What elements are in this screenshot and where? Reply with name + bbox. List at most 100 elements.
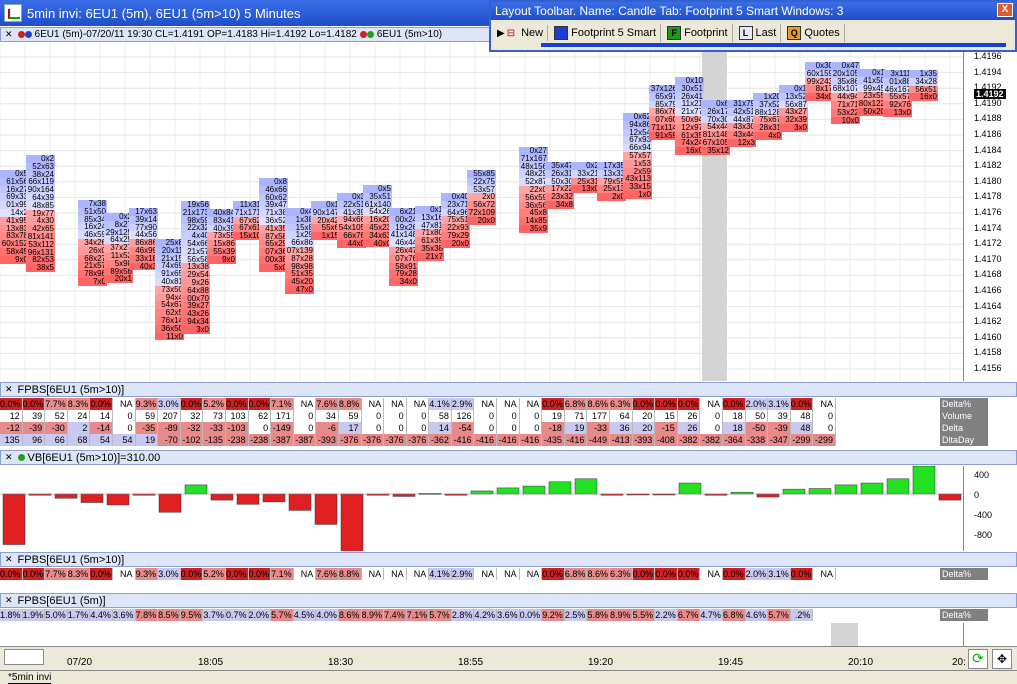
vb-tick-label: 0 bbox=[974, 490, 980, 500]
delta-pct-3-cell: 2.0% bbox=[248, 609, 272, 621]
refresh-icon[interactable]: ⟳ bbox=[968, 649, 988, 669]
volume-bar bbox=[236, 493, 260, 505]
delta-pct-2-cell: NA bbox=[519, 568, 543, 580]
dltaday-cell: -70 bbox=[158, 434, 181, 446]
footprint-cell: 20x1 bbox=[104, 275, 133, 284]
workspace-tab[interactable]: *5min invi bbox=[8, 672, 52, 684]
delta-pct-2-cell: 0.0% bbox=[655, 568, 678, 580]
time-axis[interactable]: ⟳ ✥ 07/20 18:05 18:30 18:55 19:20 19:45 20:10 2… bbox=[0, 646, 1017, 670]
volume-bar bbox=[548, 481, 572, 495]
quotes-q-icon: Q bbox=[787, 26, 802, 40]
time-tick-label: 07/20 bbox=[67, 657, 93, 668]
footprint-bar: 0x10 30x51 26x41 11x21 21x77 50x94 12x97 61x35 7… bbox=[675, 77, 704, 155]
dltaday-cell: -387 bbox=[271, 434, 294, 446]
last-button[interactable]: L Last bbox=[735, 24, 782, 42]
vb-panel-bar[interactable]: ✕ VB[6EU1 (5m>10)]=310.00 bbox=[0, 450, 1017, 465]
dltaday-cell: -376 bbox=[384, 434, 407, 446]
close-pane-icon[interactable]: ✕ bbox=[3, 452, 15, 463]
window-title: 5min invi: 6EU1 (5m), 6EU1 (5m>10) 5 Min… bbox=[27, 5, 301, 21]
volume-cell: 50 bbox=[745, 410, 769, 422]
dltaday-cell: -135 bbox=[203, 434, 226, 446]
highlight-column bbox=[702, 43, 727, 381]
pan-icon[interactable]: ✥ bbox=[992, 649, 1012, 669]
delta-pct-2-cell: 0.0% bbox=[790, 568, 814, 580]
close-pane-icon[interactable]: ✕ bbox=[3, 554, 15, 565]
price-tick-label: 1.4174 bbox=[974, 222, 1002, 233]
footprint-bar: 31x79 42x51 44x87 43x30 43x44 12x3 bbox=[727, 100, 756, 147]
price-tick-label: 1.4176 bbox=[974, 207, 1002, 217]
quotes-button[interactable]: Q Quotes bbox=[783, 24, 845, 42]
footprint-chart-panel[interactable]: 0x5 61x56 16x27 69x33 01x99 14x2 41x95 13x83 83x… bbox=[0, 43, 964, 381]
volume-bar bbox=[210, 493, 234, 501]
footprint-bar: 0x2 33x21 25x31 13x0 bbox=[571, 162, 600, 194]
dltaday-cell: 66 bbox=[45, 434, 68, 446]
volume-cell: 103 bbox=[225, 410, 249, 422]
delta-pct-2-row: 0.0% 0.0% 7.7% 8.3% 0.0% NA 9.3% 3.0% 0.0% 5.2% 0.… bbox=[0, 568, 836, 580]
close-pane-icon[interactable]: ✕ bbox=[3, 384, 15, 395]
delta-pct-cell: 3.1% bbox=[768, 398, 791, 410]
close-pane-icon[interactable]: ✕ bbox=[3, 595, 15, 606]
footprint-cell: 38x5 bbox=[26, 264, 55, 272]
red-dot-icon bbox=[17, 31, 25, 38]
footprint-cell: 21x7 bbox=[415, 252, 444, 261]
footprint-cell: 34x8 bbox=[545, 201, 574, 209]
footprint-bar: 55x85 22x75 53x57 2x0 56x72 72x109 20x0 bbox=[467, 170, 496, 225]
chart-info-bar[interactable]: ✕ 6EU1 (5m)-07/20/11 19:30 CL=1.4191 OP=… bbox=[0, 27, 490, 42]
volume-cell: 73 bbox=[203, 410, 226, 422]
delta-pct-3-cell: 4.0% bbox=[316, 609, 339, 621]
play-icon[interactable]: ▶ bbox=[497, 28, 505, 39]
layout-toolbar-close-button[interactable]: X bbox=[997, 3, 1013, 17]
footprint-bar: 0x1 13x16 47x81 71x80 61x39 35x38 21x7 bbox=[415, 206, 444, 261]
volume-cell: 62 bbox=[248, 410, 272, 422]
dltaday-cell: -338 bbox=[745, 434, 769, 446]
footprint-cell: 1x0 bbox=[623, 191, 652, 199]
save-layout-icon[interactable]: ⊟ bbox=[507, 28, 515, 39]
new-layout-button[interactable]: New bbox=[517, 25, 549, 41]
footprint-5-smart-button[interactable]: Footprint 5 Smart bbox=[550, 24, 662, 42]
scroll-input[interactable] bbox=[4, 649, 44, 665]
volume-cell: 177 bbox=[587, 410, 611, 422]
footprint-bar: 0x5 61x56 16x27 69x33 01x99 14x2 41x95 13x83 83x… bbox=[0, 170, 29, 264]
delta-cell: -33 bbox=[587, 422, 611, 434]
volume-cell: 0 bbox=[112, 410, 136, 422]
layout-toolbar-title-bar[interactable]: Layout Toolbar. Name: Candle Tab: Footpr… bbox=[491, 2, 1015, 20]
volume-bars-panel[interactable] bbox=[0, 466, 964, 551]
footprint-cell: 13x0 bbox=[571, 185, 600, 194]
fpbs-panel-bar-3[interactable]: ✕ FPBS[6EU1 (5m)] bbox=[0, 593, 1017, 608]
footprint-cell: 3x0 bbox=[779, 124, 808, 132]
footprint-bar: 0x1 41x50 99x45 23x55 80x122 50x20 bbox=[857, 69, 886, 116]
price-tick-label: 1.4194 bbox=[974, 66, 1002, 77]
delta-row: -12 -39 -30 2 -14 0 -35 -89 -32 -33 -103 0 -149 0 -6 17… bbox=[0, 422, 836, 434]
delta-cell: 48 bbox=[790, 422, 814, 434]
fpbs-panel-bar-2[interactable]: ✕ FPBS[6EU1 (5m>10)] bbox=[0, 552, 1017, 567]
footprint-button[interactable]: F Footprint bbox=[663, 24, 733, 42]
delta-cell: 0 bbox=[813, 422, 836, 434]
price-tick-label: 1.4178 bbox=[974, 191, 1002, 202]
delta-pct-cell: NA bbox=[519, 398, 543, 410]
delta-pct-3-cell: 7.1% bbox=[406, 609, 430, 621]
delta-pct-2-cell: NA bbox=[474, 568, 498, 580]
dltaday-cell: -408 bbox=[655, 434, 678, 446]
delta-pct-3-cell: 0.0% bbox=[519, 609, 543, 621]
fpbs-panel-bar[interactable]: ✕ FPBS[6EU1 (5m>10)] bbox=[0, 382, 1017, 397]
delta-cell: 0 bbox=[112, 422, 136, 434]
dltaday-cell: -416 bbox=[519, 434, 543, 446]
price-tick-label: 1.4158 bbox=[974, 347, 1002, 358]
close-pane-icon[interactable]: ✕ bbox=[3, 29, 15, 40]
delta-pct-2-cell: 0.0% bbox=[90, 568, 113, 580]
footprint-bar: 37x126 65x97 85x79 86x76 07x60 71x114 91x59 bbox=[649, 85, 678, 140]
volume-cell: 0 bbox=[519, 410, 543, 422]
delta-pct-row: 0.0% 0.0% 7.7% 8.3% 0.0% NA 9.3% 3.0% 0.0% 5.2% 0.… bbox=[0, 398, 836, 410]
delta-pct-2-cell: 0.0% bbox=[0, 568, 23, 580]
footprint-cell: 20x0 bbox=[441, 239, 470, 248]
delta-pct-cell: 0.0% bbox=[248, 398, 272, 410]
delta-pct-cell: 7.6% bbox=[316, 398, 339, 410]
volume-bar bbox=[80, 493, 104, 503]
toolbar-progress-strip bbox=[541, 43, 1006, 47]
delta-pct-3-cell: 2.2% bbox=[655, 609, 678, 621]
price-tick-label: 1.4190 bbox=[974, 97, 1002, 108]
delta-pct-cell: NA bbox=[813, 398, 836, 410]
volume-cell: 59 bbox=[338, 410, 362, 422]
delta-pct-cell: 2.0% bbox=[745, 398, 769, 410]
delta-pct-cell: 5.2% bbox=[203, 398, 226, 410]
